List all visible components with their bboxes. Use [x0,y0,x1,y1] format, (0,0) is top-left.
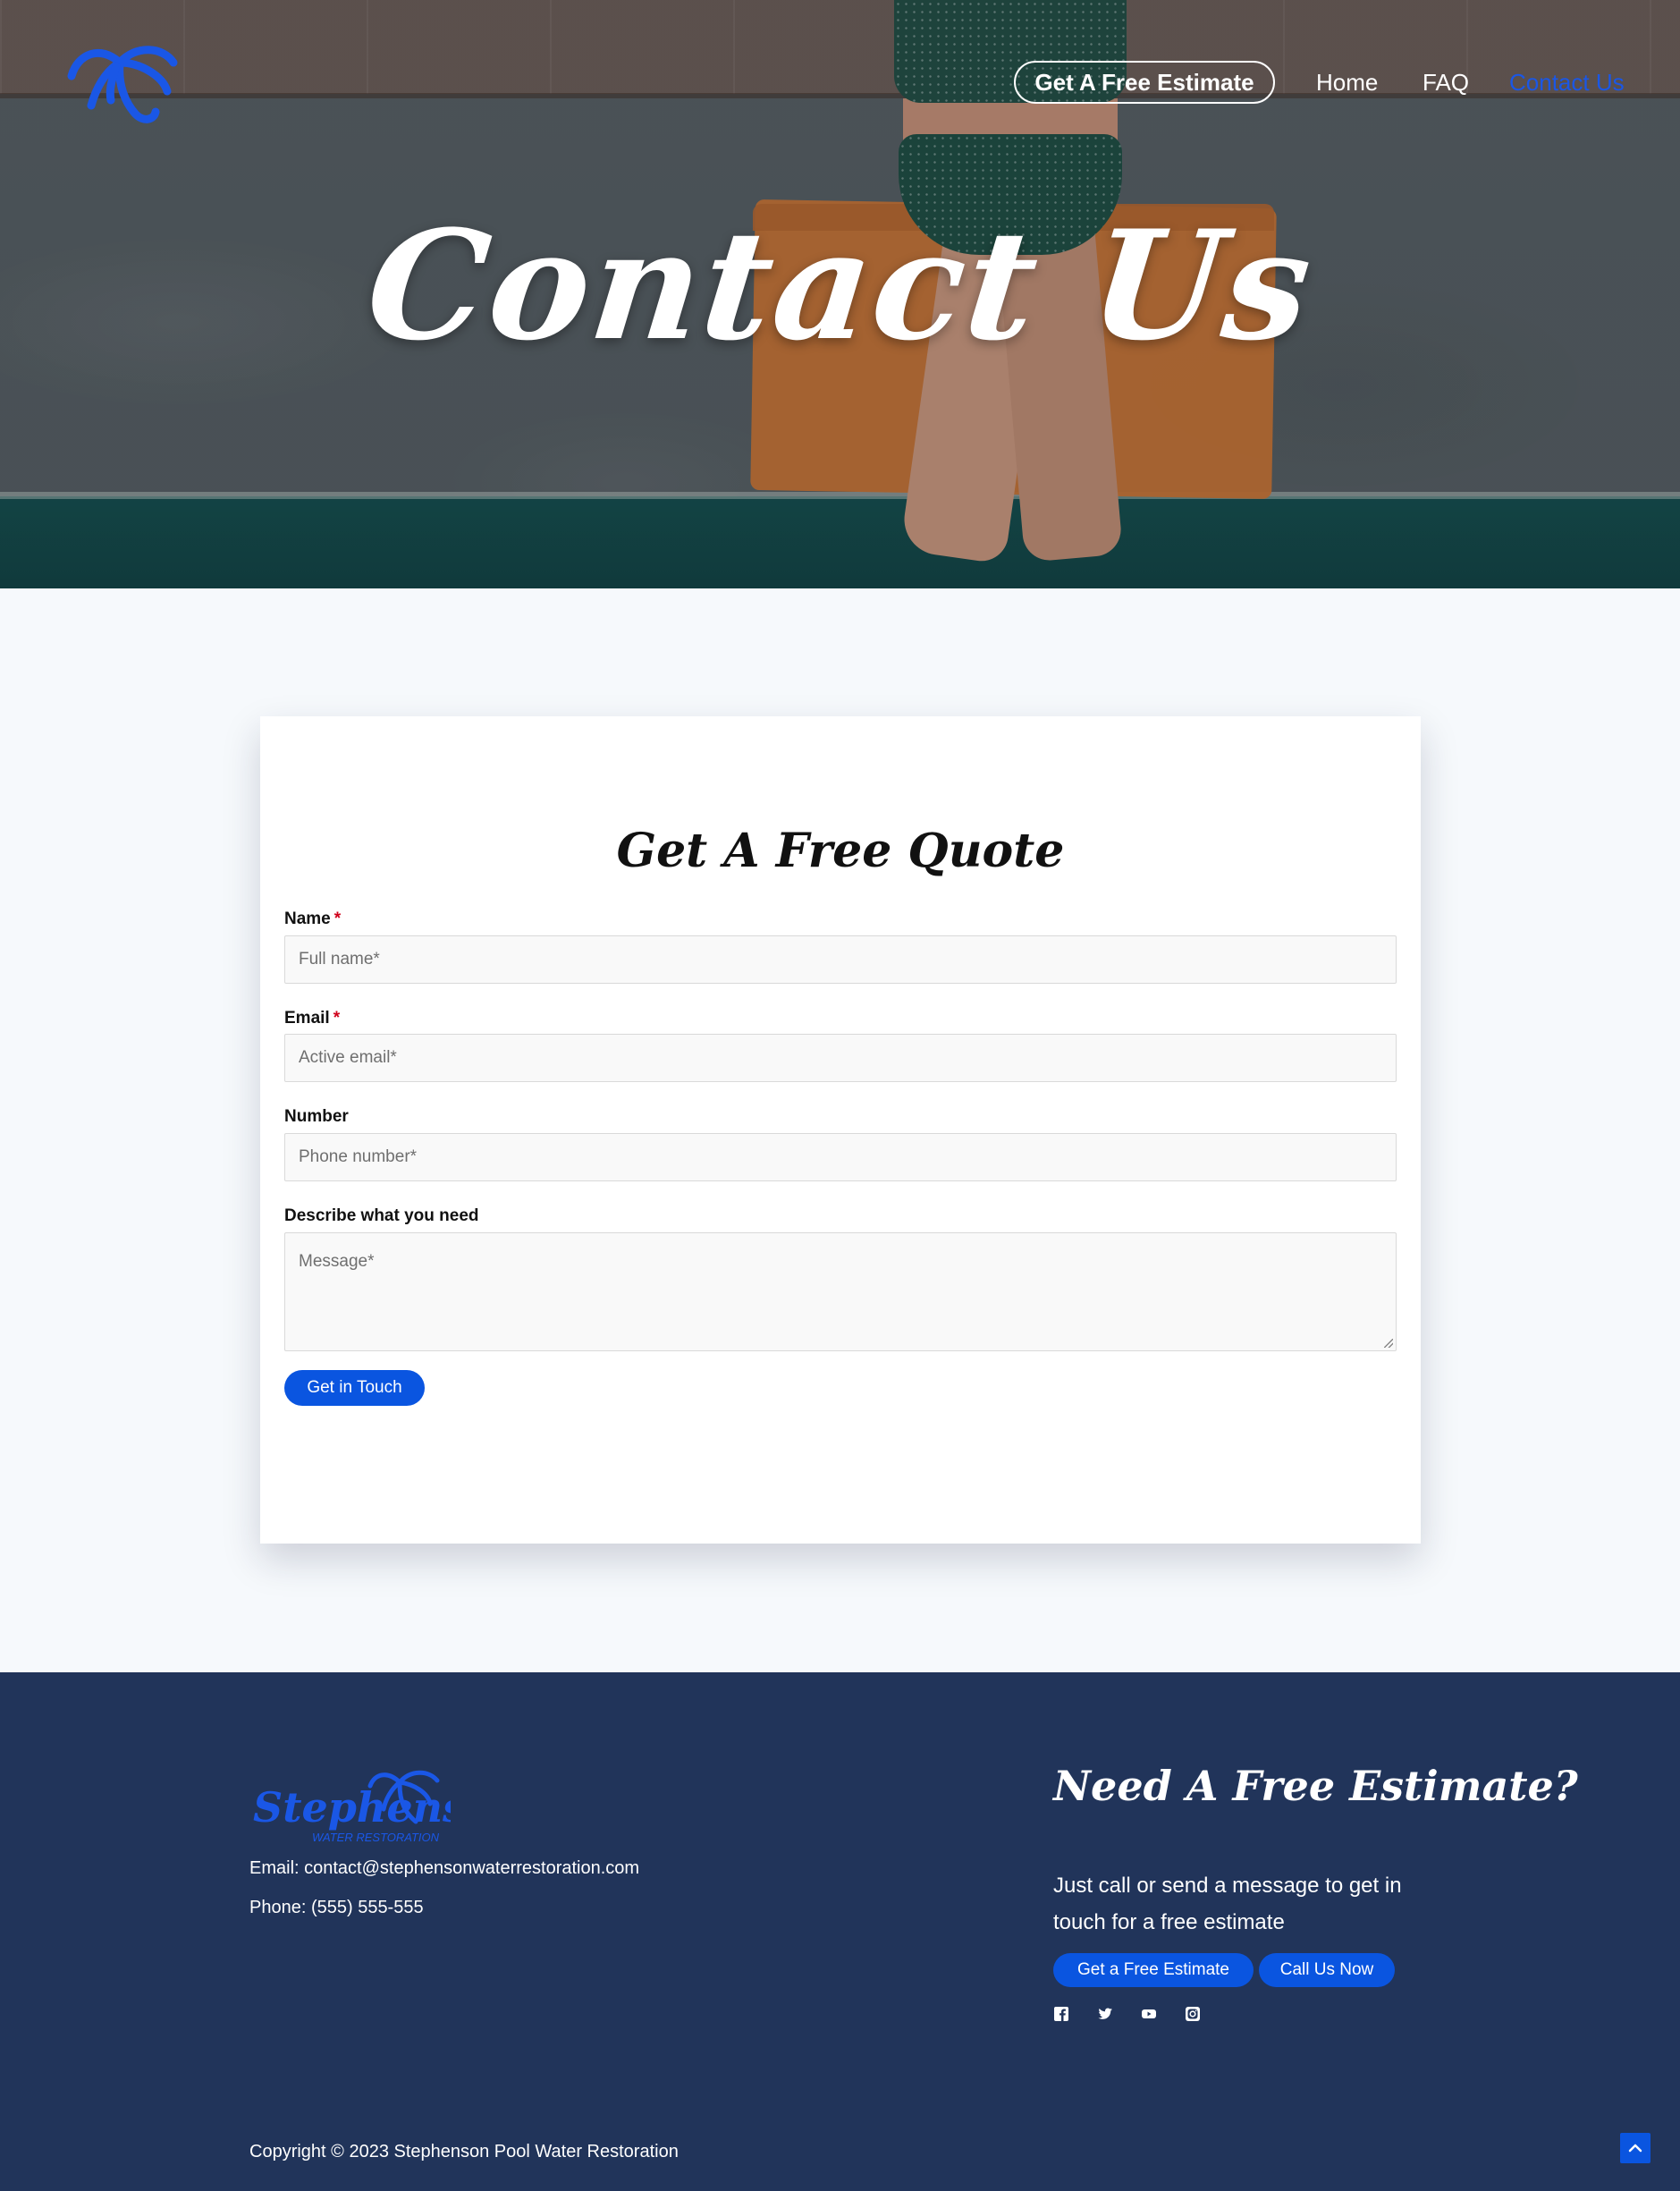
page-title: Contact Us [359,197,1321,374]
resize-handle-icon[interactable] [1384,1339,1393,1348]
footer-heading: Need A Free Estimate? [1053,1762,1578,1810]
name-label: Name * [284,909,341,929]
twitter-icon[interactable] [1097,2006,1113,2022]
footer-text: Just call or send a message to get in to… [1053,1874,1402,1934]
name-field[interactable]: Full name* [284,935,1397,984]
call-us-button[interactable]: Call Us Now [1259,1953,1395,1987]
required-marker: * [333,1009,341,1028]
required-marker: * [333,909,342,928]
quote-form-card: Get A Free Quote Name * Full name* Email *… [260,716,1421,1544]
message-label: Describe what you need [284,1206,479,1225]
nav-faq-link[interactable]: FAQ [1423,66,1469,98]
name-label-text: Name [284,909,331,928]
message-placeholder: Message* [299,1252,375,1271]
site-footer: Stephenson WATER RESTORATION Email: cont… [0,1672,1680,2191]
copyright-text: Copyright © 2023 Stephenson Pool Water R… [249,2142,679,2161]
facebook-icon[interactable] [1053,2006,1069,2022]
footer-phone[interactable]: Phone: (555) 555-555 [249,1898,424,1918]
footer-email[interactable]: Email: contact@stephensonwaterrestoratio… [249,1858,639,1879]
youtube-icon[interactable] [1141,2006,1157,2022]
form-title: Get A Free Quote [616,824,1065,878]
nav-contact-link[interactable]: Contact Us [1509,66,1625,98]
chevron-up-icon [1628,2144,1642,2153]
number-label: Number [284,1107,349,1126]
get-estimate-button[interactable]: Get a Free Estimate [1053,1953,1254,1987]
email-field[interactable]: Active email* [284,1034,1397,1082]
phone-field[interactable]: Phone number* [284,1133,1397,1181]
palm-logo-icon[interactable] [64,36,181,134]
footer-logo-subtext: WATER RESTORATION [312,1831,440,1844]
nav-home-link[interactable]: Home [1316,66,1378,98]
footer-logo[interactable]: Stephenson WATER RESTORATION [249,1757,451,1847]
nav-free-estimate-button[interactable]: Get A Free Estimate [1014,61,1275,104]
scroll-to-top-button[interactable] [1620,2133,1650,2163]
footer-logo-text: Stephenson [253,1783,451,1831]
submit-button[interactable]: Get in Touch [284,1370,425,1406]
message-field[interactable]: Message* [284,1232,1397,1351]
email-label-text: Email [284,1009,330,1028]
instagram-icon[interactable] [1185,2006,1201,2022]
email-label: Email * [284,1009,340,1028]
